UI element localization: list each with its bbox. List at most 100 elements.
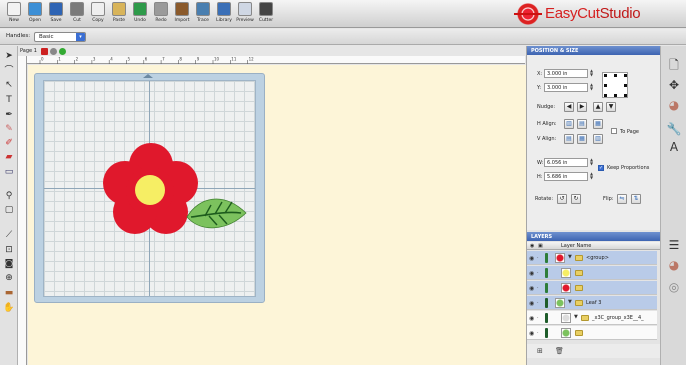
settings-icon[interactable] xyxy=(50,48,57,55)
lock-icon[interactable]: · xyxy=(537,315,539,321)
move-arrows-icon[interactable]: ✥ xyxy=(665,76,683,94)
reference-point-grid[interactable] xyxy=(602,72,628,98)
copy-button[interactable]: Copy xyxy=(87,2,109,23)
trace-button[interactable]: Trace xyxy=(192,2,214,23)
save-button[interactable]: Save xyxy=(45,2,67,23)
zoom-tool-icon[interactable]: ⊕ xyxy=(3,272,15,284)
w-field[interactable]: 6.056 in xyxy=(544,158,588,167)
align-middle-button[interactable]: ▤ xyxy=(577,119,587,129)
nudge-down-button[interactable]: ▼ xyxy=(606,102,616,112)
nudge-up-button[interactable]: ▲ xyxy=(593,102,603,112)
trash-icon[interactable]: 🗑 xyxy=(555,347,564,355)
library-button[interactable]: Library xyxy=(213,2,235,23)
layers-header[interactable]: LAYERS xyxy=(527,232,661,241)
select-arrow-icon[interactable]: ➤ xyxy=(3,50,15,62)
knife-tool-icon[interactable]: ⟋ xyxy=(3,229,15,241)
expand-triangle-icon[interactable]: ▼ xyxy=(568,299,572,305)
cutter-button[interactable]: Cutter xyxy=(255,2,277,23)
pencil-tool-icon[interactable]: ✎ xyxy=(3,123,15,135)
weld-tool-icon[interactable]: ⊡ xyxy=(3,244,15,256)
layer-thumbnail xyxy=(555,253,565,263)
open-button[interactable]: Open xyxy=(24,2,46,23)
redo-button[interactable]: Redo xyxy=(150,2,172,23)
node-edit-icon[interactable]: ↖ xyxy=(3,79,15,91)
flip-vertical-button[interactable]: ⇅ xyxy=(631,194,641,204)
layer-row[interactable]: ◉ · xyxy=(527,326,657,340)
flower-center[interactable] xyxy=(135,175,165,205)
flower-design[interactable] xyxy=(95,135,247,255)
new-button[interactable]: New xyxy=(3,2,25,23)
x-field[interactable]: 3.000 in xyxy=(544,69,588,78)
import-button[interactable]: Import xyxy=(171,2,193,23)
keep-proportions-checkbox[interactable]: ✓ xyxy=(598,165,604,171)
design-canvas[interactable] xyxy=(28,65,526,365)
y-stepper[interactable]: ▲ ▼ xyxy=(589,83,594,92)
align-left-button[interactable]: ▤ xyxy=(564,134,574,144)
eye-icon[interactable]: ◉ xyxy=(529,300,534,307)
leaf-shape[interactable] xyxy=(186,198,247,229)
align-bottom-button[interactable]: ▦ xyxy=(593,119,603,129)
add-page-icon[interactable] xyxy=(59,48,66,55)
layer-row[interactable]: ◉ · ▼ <group> xyxy=(527,251,657,265)
y-field[interactable]: 3.000 in xyxy=(544,83,588,92)
eyedropper-icon[interactable]: ⚲ xyxy=(3,190,15,202)
fill-tool-icon[interactable]: ▢ xyxy=(3,204,15,216)
x-stepper[interactable]: ▲ ▼ xyxy=(589,69,594,78)
hand-tool-icon[interactable]: ✋ xyxy=(3,302,15,314)
layers-stack-icon[interactable]: ☰ xyxy=(665,236,683,254)
eye-icon[interactable]: ◉ xyxy=(529,285,534,292)
h-stepper[interactable]: ▲ ▼ xyxy=(589,172,594,181)
undo-arrow-icon xyxy=(133,2,147,16)
layer-row[interactable]: ◉ · xyxy=(527,281,657,295)
align-right-button[interactable]: ▥ xyxy=(593,134,603,144)
expand-triangle-icon[interactable]: ▼ xyxy=(574,314,578,320)
cut-button[interactable]: Cut xyxy=(66,2,88,23)
lock-icon[interactable]: · xyxy=(537,330,539,336)
lock-icon[interactable]: · xyxy=(537,285,539,291)
wrench-icon[interactable]: 🔧 xyxy=(665,120,683,138)
eraser-tool-icon[interactable]: ▰ xyxy=(3,151,15,163)
nudge-right-button[interactable]: ▶ xyxy=(577,102,587,112)
shape-tool-icon[interactable]: ▭ xyxy=(3,166,15,178)
align-center-button[interactable]: ▦ xyxy=(577,134,587,144)
align-top-button[interactable]: ▥ xyxy=(564,119,574,129)
flip-horizontal-button[interactable]: ⇋ xyxy=(617,194,627,204)
add-layer-icon[interactable]: ⊞ xyxy=(537,347,543,355)
document-icon[interactable]: 🗋 xyxy=(665,56,683,74)
h-field[interactable]: 5.686 in xyxy=(544,172,588,181)
lock-icon[interactable]: · xyxy=(537,300,539,306)
lock-icon[interactable]: · xyxy=(537,270,539,276)
text-tool-icon[interactable]: T xyxy=(3,94,15,106)
cutter-label: Cutter xyxy=(258,18,274,23)
to-page-checkbox[interactable] xyxy=(611,128,617,134)
position-size-header[interactable]: POSITION & SIZE xyxy=(527,46,661,55)
layer-row[interactable]: ◉ · xyxy=(527,266,657,280)
paste-button[interactable]: Paste xyxy=(108,2,130,23)
expand-triangle-icon[interactable]: ▼ xyxy=(568,254,572,260)
color-palette-icon[interactable]: ◕ xyxy=(665,96,683,114)
pen-tool-icon[interactable]: ✒ xyxy=(3,109,15,121)
rotate-left-button[interactable]: ↺ xyxy=(557,194,567,204)
undo-button[interactable]: Undo xyxy=(129,2,151,23)
eye-icon[interactable]: ◉ xyxy=(529,270,534,277)
layer-row[interactable]: ◉ · ▼ Leaf 3 xyxy=(527,296,657,310)
measure-tool-icon[interactable]: ▬ xyxy=(3,287,15,299)
eye-icon[interactable]: ◉ xyxy=(529,315,534,322)
effects-icon[interactable]: ◎ xyxy=(665,278,683,296)
close-tab-icon[interactable] xyxy=(41,48,48,55)
brush-tool-icon[interactable]: ✐ xyxy=(3,137,15,149)
lock-icon[interactable]: · xyxy=(537,255,539,261)
folder-icon xyxy=(575,270,583,276)
handles-select[interactable]: Basic ▾ xyxy=(34,32,86,42)
crop-tool-icon[interactable]: ◙ xyxy=(3,258,15,270)
fill-palette-icon[interactable]: ◕ xyxy=(665,256,683,274)
lasso-icon[interactable]: ⌒ xyxy=(3,65,15,77)
text-size-icon[interactable]: A xyxy=(665,138,683,156)
rotate-right-button[interactable]: ↻ xyxy=(571,194,581,204)
nudge-left-button[interactable]: ◀ xyxy=(564,102,574,112)
layer-row[interactable]: ◉ · ▼ _x3C_group_x3E__4_ xyxy=(527,311,657,325)
eye-icon[interactable]: ◉ xyxy=(529,255,534,262)
eye-icon[interactable]: ◉ xyxy=(529,330,534,337)
w-stepper[interactable]: ▲ ▼ xyxy=(589,158,594,167)
preview-button[interactable]: Preview xyxy=(234,2,256,23)
